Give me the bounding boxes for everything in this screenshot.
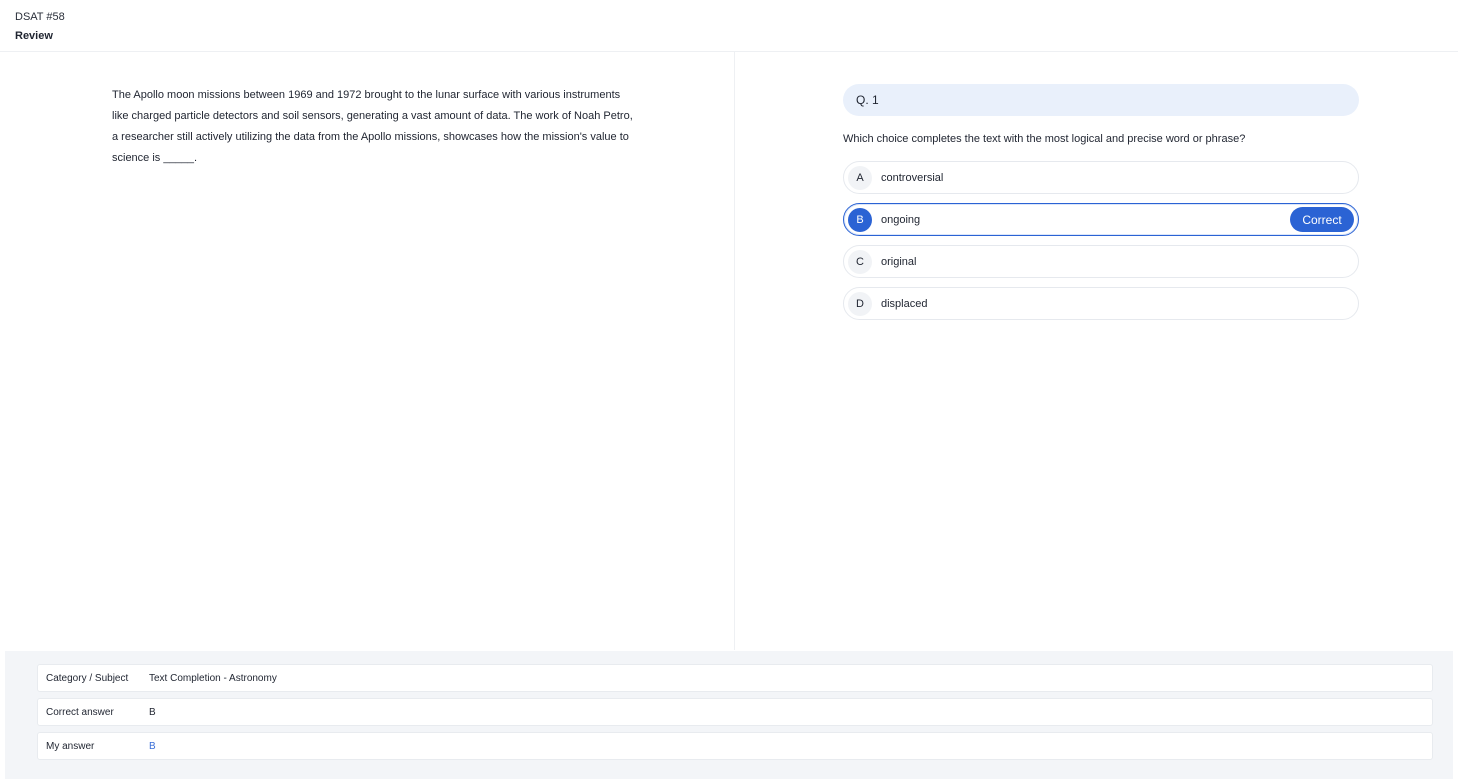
my-answer-label: My answer — [46, 740, 95, 752]
choice-b[interactable]: B ongoing Correct — [843, 203, 1359, 236]
my-answer-row: My answer B — [37, 732, 1433, 760]
correct-answer-label: Correct answer — [46, 706, 114, 718]
correct-answer-row: Correct answer B — [37, 698, 1433, 726]
choice-text: controversial — [881, 171, 944, 184]
category-label: Category / Subject — [46, 672, 129, 684]
choice-d[interactable]: D displaced — [843, 287, 1359, 320]
answer-choices: A controversial B ongoing Correct C orig… — [843, 161, 1359, 329]
question-prompt: Which choice completes the text with the… — [843, 133, 1246, 145]
page-header: DSAT #58 Review — [0, 0, 1458, 52]
choice-text: ongoing — [881, 213, 921, 226]
page-title: Review — [15, 30, 53, 42]
question-pane: Q. 1 Which choice completes the text wit… — [736, 52, 1453, 650]
passage-pane: The Apollo moon missions between 1969 an… — [5, 52, 735, 650]
category-value: Text Completion - Astronomy — [149, 672, 277, 684]
choice-letter: A — [848, 165, 872, 190]
choice-a[interactable]: A controversial — [843, 161, 1359, 194]
choice-letter: C — [848, 249, 872, 274]
question-number: Q. 1 — [856, 93, 879, 107]
correct-answer-value: B — [149, 706, 156, 718]
correct-badge: Correct — [1290, 207, 1354, 232]
exam-label: DSAT #58 — [15, 11, 65, 23]
main-content: The Apollo moon missions between 1969 an… — [5, 52, 1453, 650]
my-answer-value: B — [149, 740, 156, 752]
choice-letter: B — [848, 207, 872, 232]
category-row: Category / Subject Text Completion - Ast… — [37, 664, 1433, 692]
choice-text: displaced — [881, 297, 928, 310]
choice-text: original — [881, 255, 917, 268]
passage-text: The Apollo moon missions between 1969 an… — [112, 89, 633, 164]
question-header: Q. 1 — [843, 84, 1359, 116]
choice-letter: D — [848, 291, 872, 316]
choice-c[interactable]: C original — [843, 245, 1359, 278]
answer-info-panel: Category / Subject Text Completion - Ast… — [5, 651, 1453, 779]
